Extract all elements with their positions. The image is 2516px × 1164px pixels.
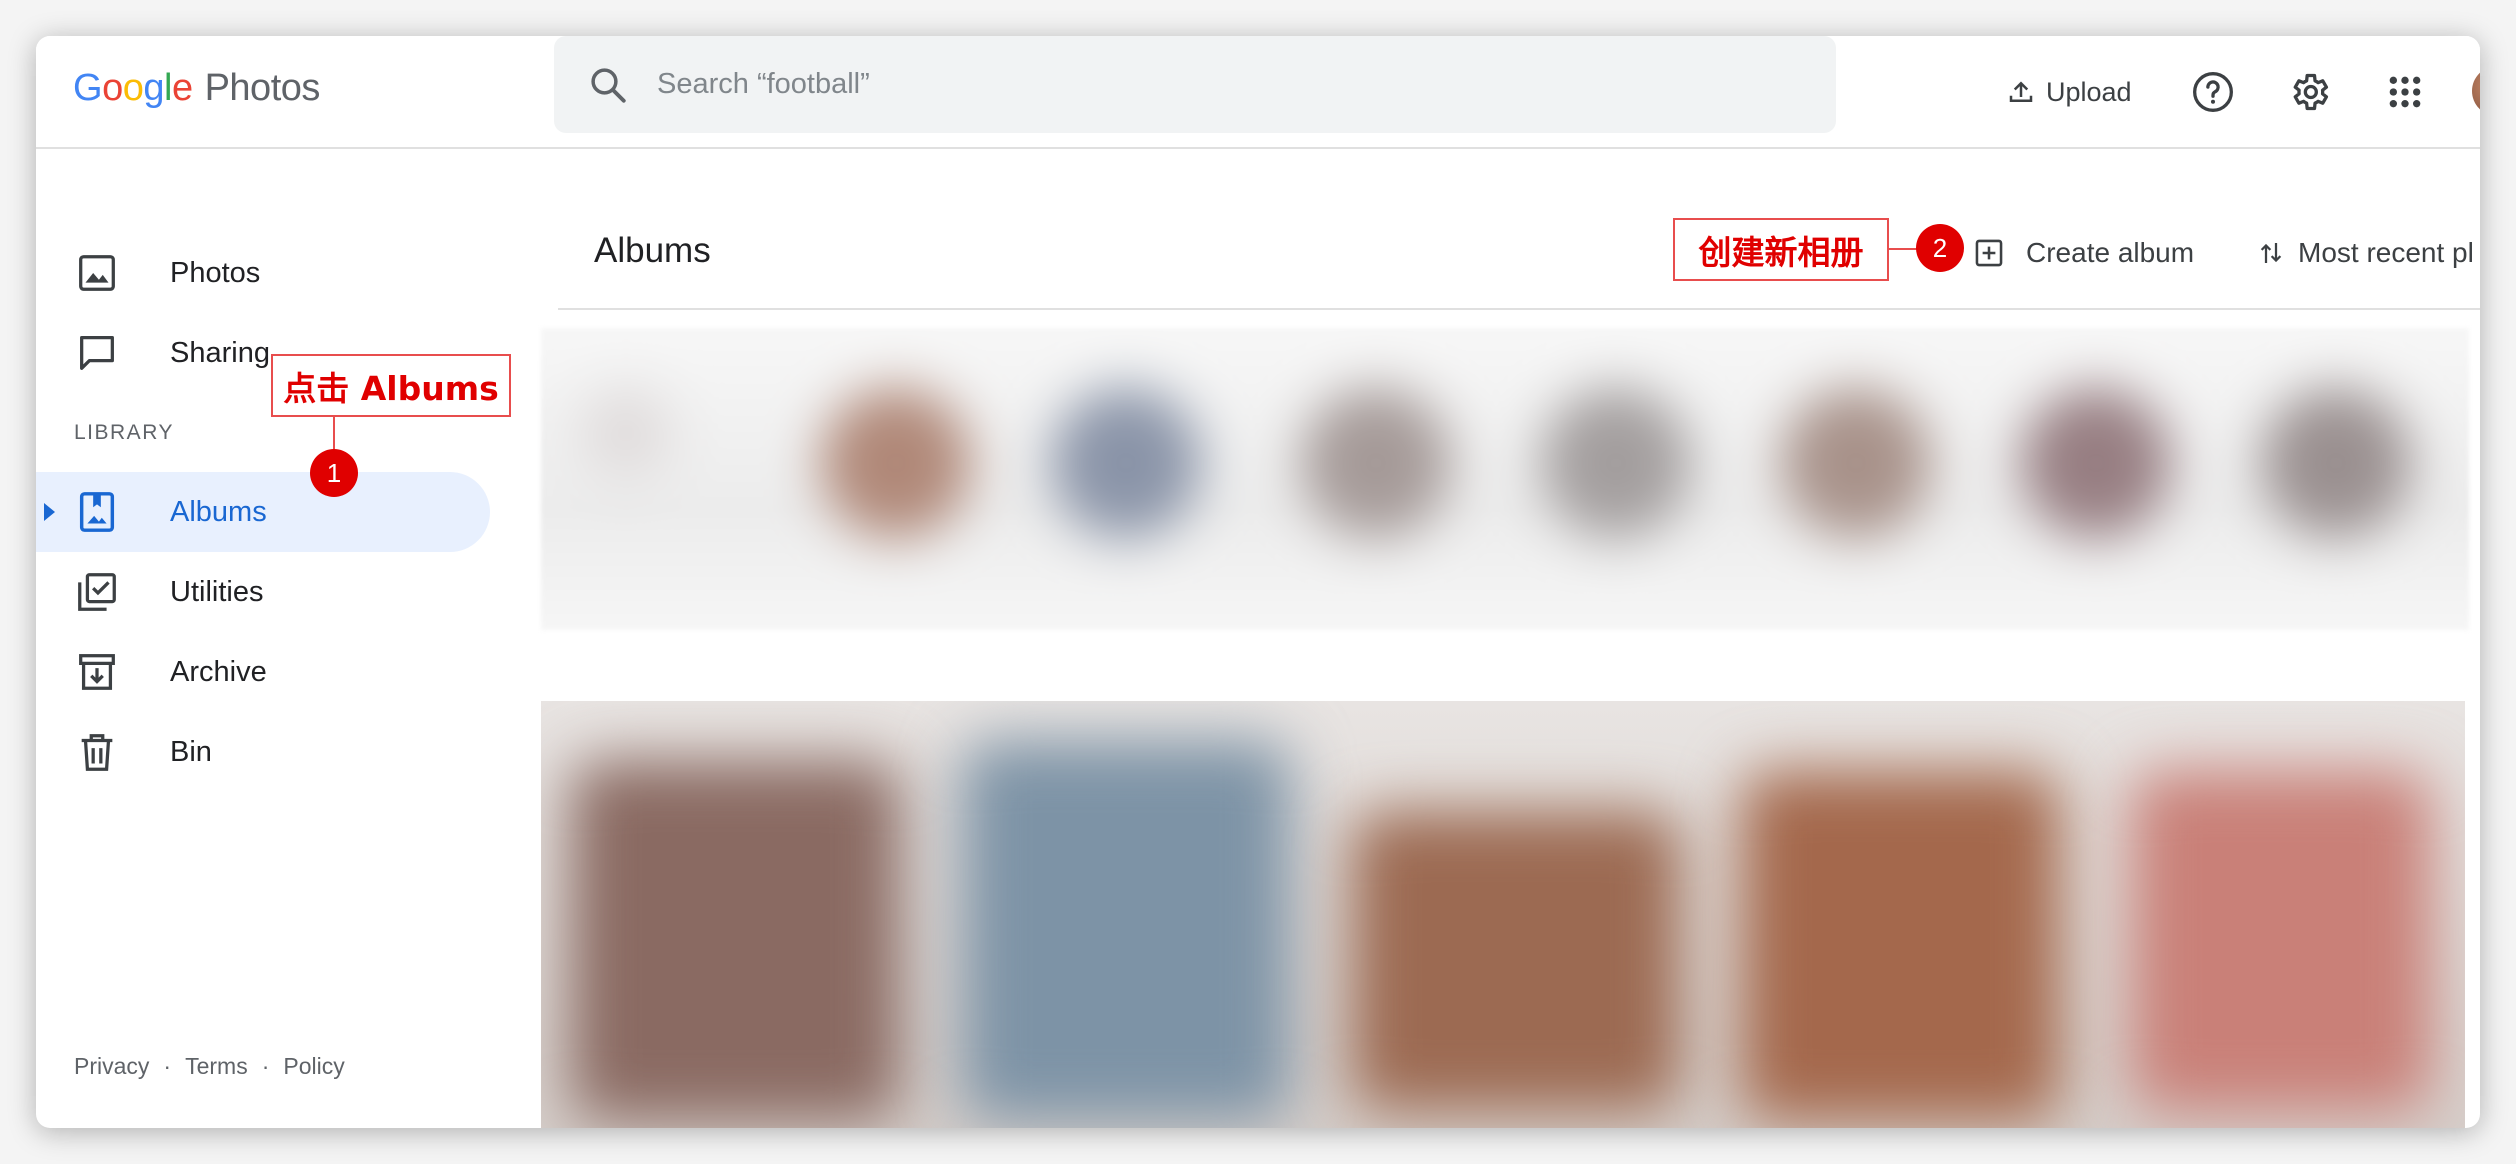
album-grid bbox=[541, 701, 2465, 1128]
terms-link[interactable]: Terms bbox=[185, 1053, 248, 1080]
divider bbox=[558, 308, 2480, 310]
album-card[interactable] bbox=[1351, 811, 1681, 1111]
sidebar-item-archive[interactable]: Archive bbox=[36, 632, 490, 712]
search-bar[interactable] bbox=[554, 36, 1836, 133]
shared-albums-row[interactable] bbox=[541, 328, 2469, 630]
step2-marker: 2 bbox=[1916, 224, 1964, 272]
album-thumbnail[interactable] bbox=[1051, 388, 1201, 538]
page-title: Albums bbox=[594, 231, 711, 270]
settings-button[interactable] bbox=[2281, 64, 2337, 120]
sidebar-item-label: Utilities bbox=[170, 575, 264, 608]
annotation-connector bbox=[1889, 248, 1919, 250]
logo-letter: l bbox=[163, 66, 172, 109]
album-thumbnail[interactable] bbox=[1541, 388, 1691, 538]
separator: · bbox=[163, 1053, 172, 1079]
album-icon bbox=[79, 492, 115, 532]
album-thumbnail[interactable] bbox=[1301, 388, 1451, 538]
logo-letter: g bbox=[143, 66, 164, 109]
trash-icon bbox=[81, 734, 113, 771]
album-card[interactable] bbox=[961, 741, 1291, 1121]
album-thumbnail[interactable] bbox=[821, 388, 971, 538]
sidebar-item-label: Archive bbox=[170, 655, 267, 688]
utilities-icon bbox=[78, 573, 116, 611]
album-thumbnail[interactable] bbox=[2261, 388, 2411, 538]
sidebar-item-bin[interactable]: Bin bbox=[36, 712, 490, 792]
album-thumbnail[interactable] bbox=[1781, 388, 1931, 538]
sidebar-item-label: Photos bbox=[170, 256, 261, 289]
sidebar: Photos Sharing LIBRARY Albums Utilities … bbox=[36, 151, 536, 1128]
archive-icon bbox=[79, 654, 115, 690]
product-name: Photos bbox=[204, 66, 321, 109]
google-photos-logo[interactable]: Google Photos bbox=[73, 58, 320, 118]
upload-button[interactable]: Upload bbox=[2006, 64, 2132, 120]
sort-arrows-icon bbox=[2260, 243, 2282, 263]
step2-annotation-label: 创建新相册 bbox=[1673, 218, 1889, 281]
album-card[interactable] bbox=[571, 761, 901, 1121]
chat-bubble-icon bbox=[80, 336, 114, 370]
app-window: Google Photos Upload bbox=[36, 36, 2480, 1128]
privacy-link[interactable]: Privacy bbox=[74, 1053, 149, 1080]
apps-grid-icon bbox=[2389, 76, 2421, 108]
logo-letter: e bbox=[171, 66, 193, 109]
active-caret-icon bbox=[44, 503, 55, 521]
library-section-label: LIBRARY bbox=[74, 421, 174, 444]
search-input[interactable] bbox=[657, 68, 1757, 101]
album-thumbnail[interactable] bbox=[581, 388, 671, 478]
sidebar-item-photos[interactable]: Photos bbox=[36, 233, 490, 313]
logo-letter: G bbox=[73, 66, 103, 109]
step1-marker: 1 bbox=[310, 449, 358, 497]
sort-button[interactable]: Most recent pl bbox=[2256, 236, 2474, 270]
sidebar-item-utilities[interactable]: Utilities bbox=[36, 552, 490, 632]
gear-icon bbox=[2293, 73, 2329, 111]
album-thumbnail[interactable] bbox=[2021, 388, 2171, 538]
search-icon[interactable] bbox=[587, 64, 629, 106]
add-box-icon bbox=[1975, 239, 2003, 267]
avatar[interactable] bbox=[2472, 66, 2480, 116]
album-card[interactable] bbox=[1741, 771, 2061, 1121]
annotation-connector bbox=[333, 417, 335, 449]
sidebar-item-label: Bin bbox=[170, 735, 212, 768]
sidebar-item-label: Sharing bbox=[170, 336, 270, 369]
logo-letter: o bbox=[122, 66, 144, 109]
create-album-label: Create album bbox=[2026, 237, 2195, 268]
apps-button[interactable] bbox=[2377, 64, 2433, 120]
photo-icon bbox=[79, 255, 115, 291]
upload-label: Upload bbox=[2046, 76, 2132, 107]
logo-letter: o bbox=[102, 66, 123, 109]
separator: · bbox=[261, 1053, 270, 1079]
sort-label: Most recent pl bbox=[2298, 237, 2474, 268]
upload-icon bbox=[2009, 81, 2033, 102]
album-card[interactable] bbox=[2131, 771, 2431, 1111]
footer-links: Privacy · Terms · Policy bbox=[74, 1053, 345, 1080]
sidebar-item-albums[interactable]: Albums bbox=[36, 472, 490, 552]
help-icon bbox=[2193, 72, 2233, 112]
policy-link[interactable]: Policy bbox=[283, 1053, 344, 1080]
step1-annotation-label: 点击 Albums bbox=[271, 354, 511, 417]
create-album-button[interactable]: Create album bbox=[1972, 236, 2194, 270]
sidebar-item-label: Albums bbox=[170, 495, 267, 528]
help-button[interactable] bbox=[2185, 64, 2241, 120]
top-bar: Google Photos Upload bbox=[36, 36, 2480, 149]
